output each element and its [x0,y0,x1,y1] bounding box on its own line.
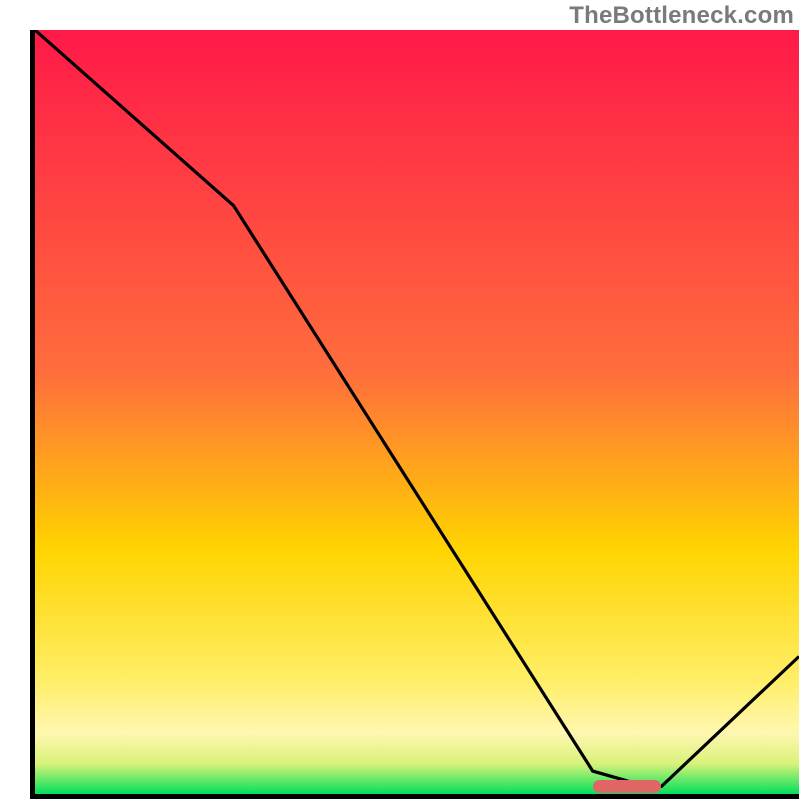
chart-frame: TheBottleneck.com [0,0,800,800]
bottleneck-curve [35,30,799,786]
optimal-range-marker [593,780,662,793]
curve-layer [35,30,799,794]
watermark-text: TheBottleneck.com [569,2,794,30]
plot-area [30,30,799,799]
